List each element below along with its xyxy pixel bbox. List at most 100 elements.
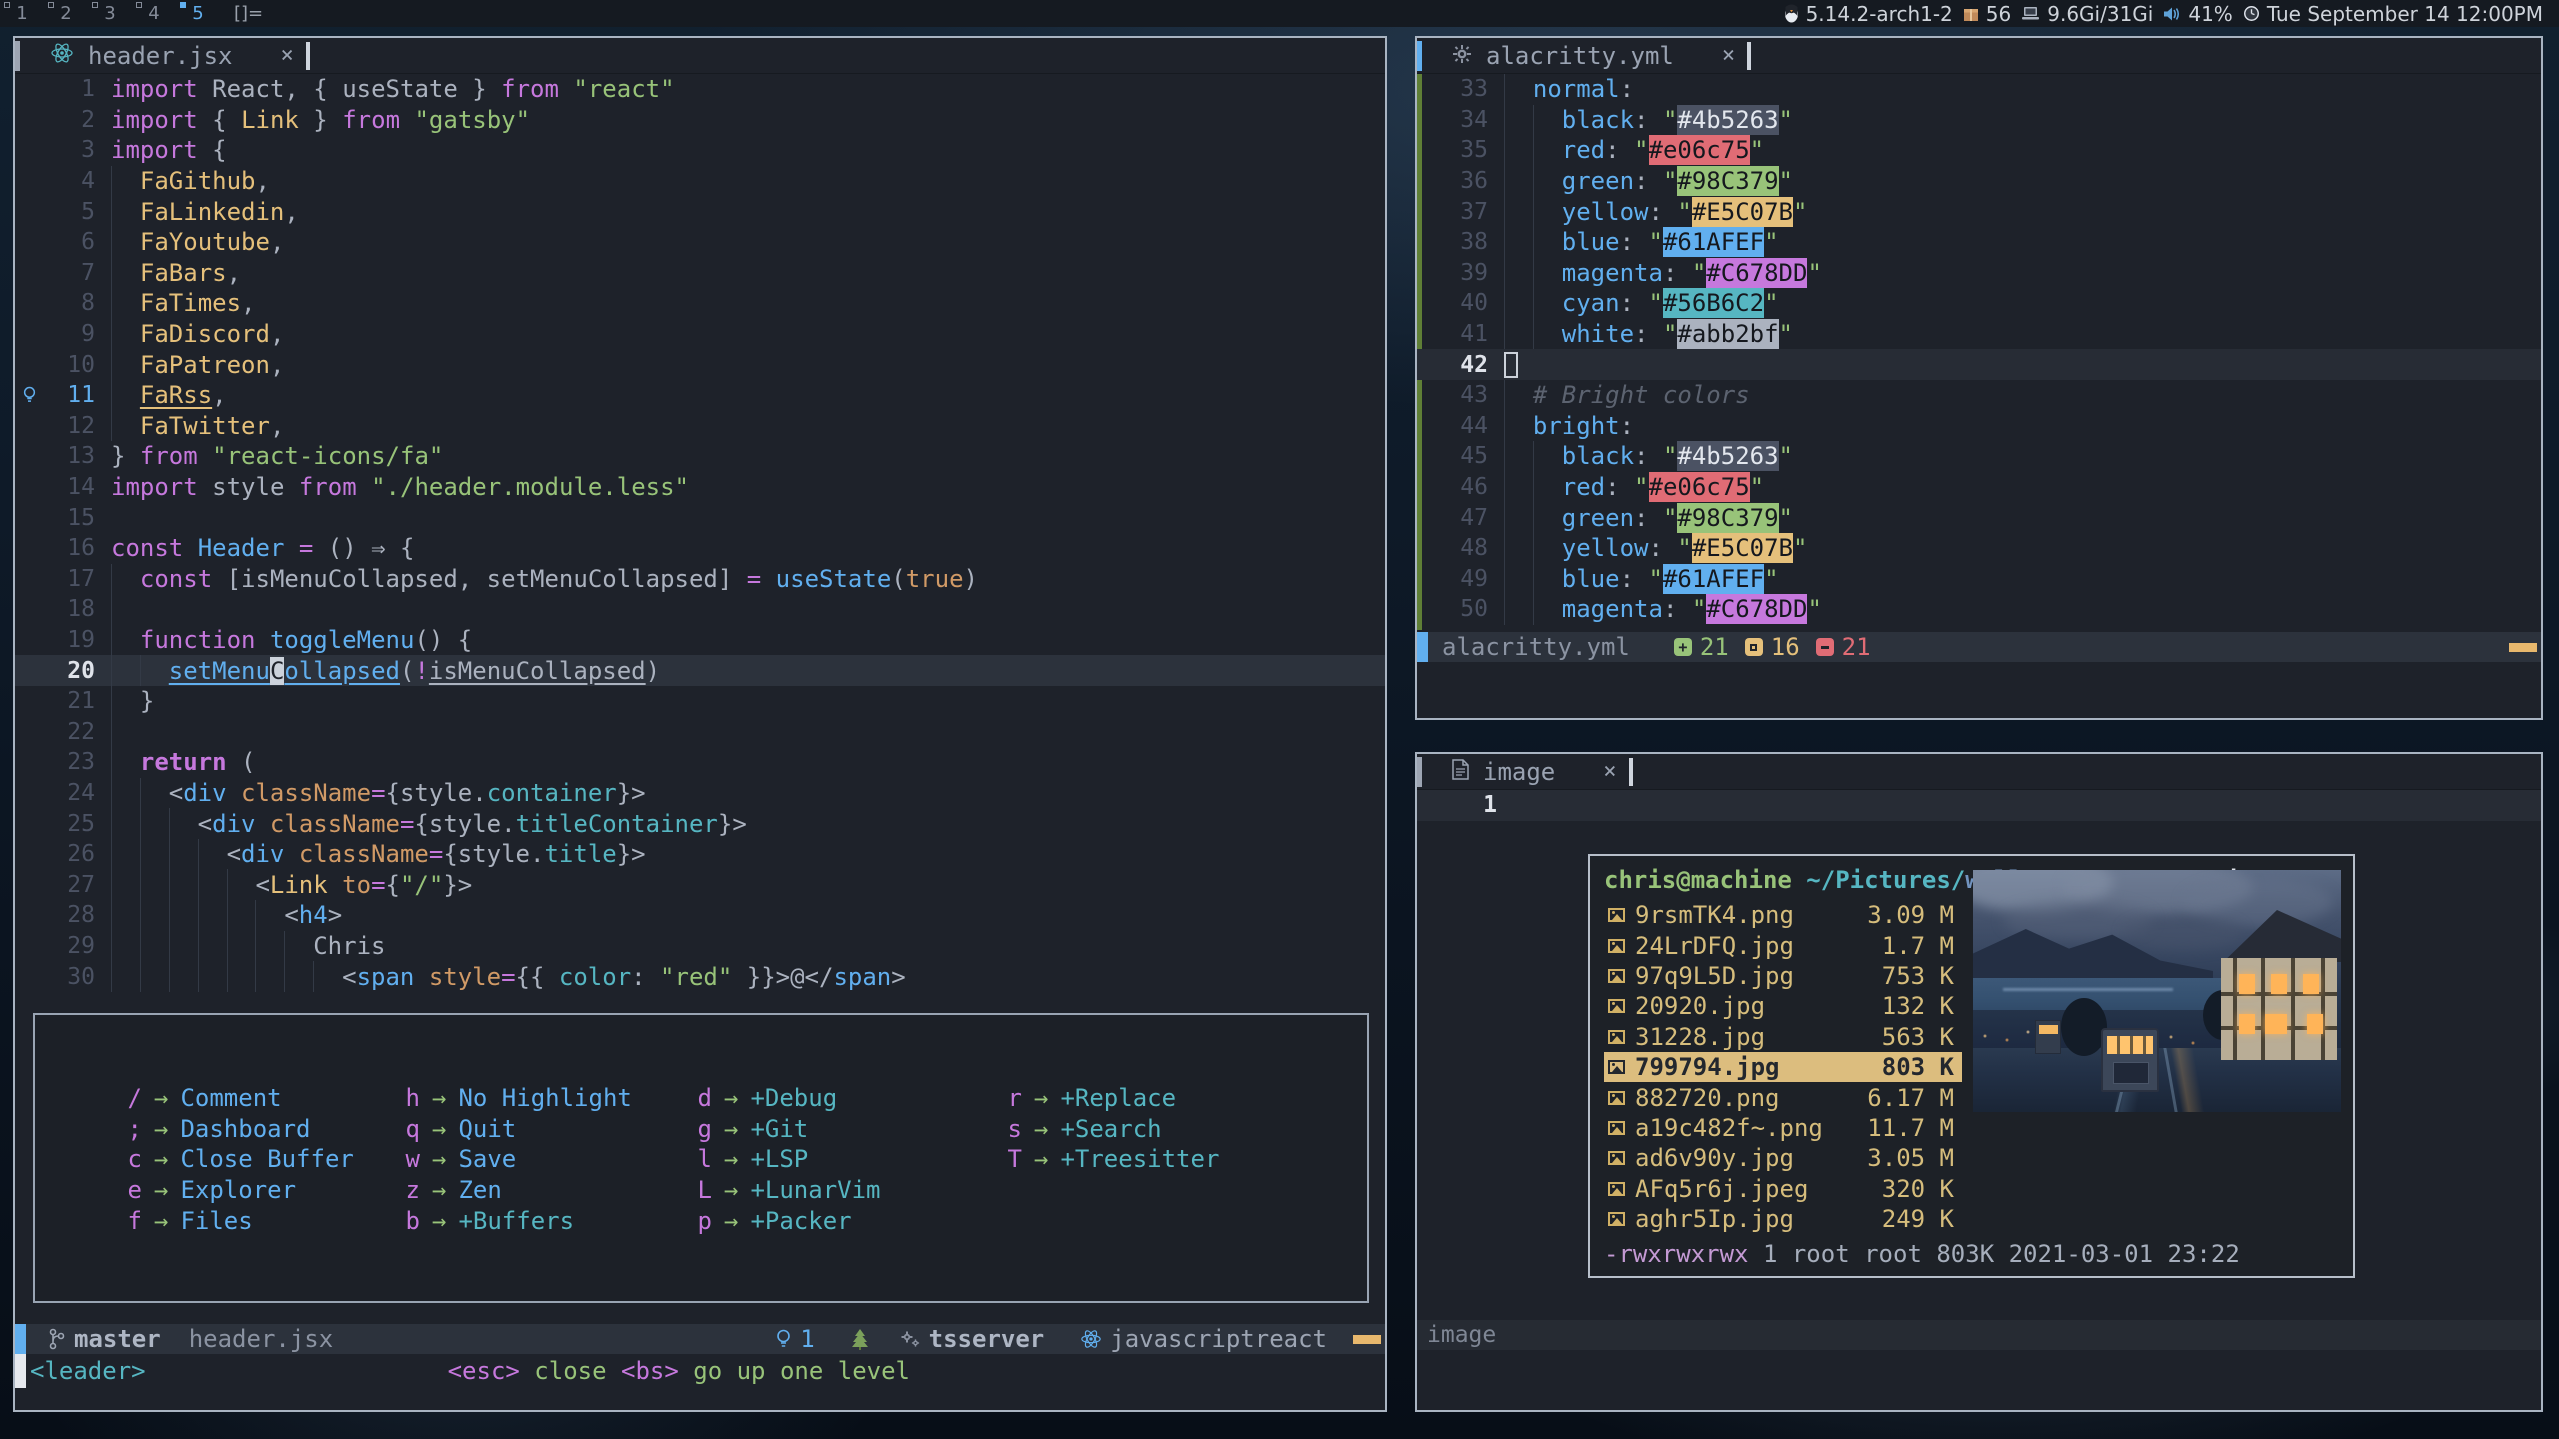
file-row[interactable]: 882720.png6.17 M [1604, 1082, 1962, 1112]
line-text: Chris [95, 931, 385, 962]
diff-removed-count: 21 [1842, 633, 1871, 661]
editor-window-headerjsx: header.jsx × 1import React, { useState }… [13, 36, 1387, 1412]
file-size: 803 K [1882, 1053, 1954, 1081]
line-number: 20 [43, 658, 95, 684]
line-text: function toggleMenu() { [95, 625, 472, 656]
image-file-icon [1608, 1212, 1625, 1226]
workspace-2[interactable]: 2 [44, 0, 88, 27]
code-line: 15 [15, 502, 1385, 533]
code-line: 42 [1417, 349, 2541, 380]
whichkey-binding-g: g→+Git [697, 1114, 1007, 1145]
hint-key: <esc> [448, 1357, 520, 1385]
workspace-5[interactable]: 5 [176, 0, 220, 27]
whichkey-binding-h: h→No Highlight [405, 1083, 697, 1114]
line-number: 37 [1421, 199, 1488, 225]
code-area[interactable]: 33normal:34black: "#4b5263"35red: "#e06c… [1417, 74, 2541, 625]
file-row[interactable]: aghr5Ip.jpg249 K [1604, 1204, 1962, 1234]
line-text: const [isMenuCollapsed, setMenuCollapsed… [95, 564, 978, 595]
workspace-indicator [48, 2, 54, 8]
tab-headerjsx[interactable]: header.jsx × [50, 41, 294, 71]
git-branch-icon [48, 1328, 66, 1350]
whichkey-hints: <esc> close <bs> go up one level [448, 1357, 910, 1385]
code-action-bulb-icon[interactable] [15, 385, 43, 405]
statusline: image [1417, 1320, 2541, 1350]
file-row[interactable]: ad6v90y.jpg3.05 M [1604, 1143, 1962, 1173]
workspace-1[interactable]: 1 [0, 0, 44, 27]
code-line: 17const [isMenuCollapsed, setMenuCollaps… [15, 564, 1385, 595]
file-row-selected[interactable]: 799794.jpg803 K [1604, 1052, 1962, 1082]
code-line: 6FaYoutube, [15, 227, 1385, 258]
workspace-3[interactable]: 3 [88, 0, 132, 27]
file-row[interactable]: 9rsmTK4.png 3.09 M [1604, 900, 1962, 930]
code-line: 4FaGithub, [15, 166, 1385, 197]
line-text: magenta: "#C678DD" [1488, 258, 1822, 289]
code-line: 8FaTimes, [15, 288, 1385, 319]
workspace-4[interactable]: 4 [132, 0, 176, 27]
statusline: alacritty.yml + 21 16 21 [1417, 632, 2541, 662]
line-text: magenta: "#C678DD" [1488, 594, 1822, 625]
cmdline[interactable]: <leader> <esc> close <bs> go up one leve… [15, 1354, 1385, 1388]
file-row[interactable]: a19c482f~.png11.7 M [1604, 1113, 1962, 1143]
close-icon[interactable]: × [1722, 43, 1735, 68]
diff-removed-icon [1816, 638, 1834, 656]
line-number: 14 [43, 474, 95, 500]
line-number: 5 [43, 199, 95, 225]
whichkey-binding-f: f→Files [127, 1205, 405, 1236]
line-number: 39 [1421, 260, 1488, 286]
close-icon[interactable]: × [281, 43, 294, 68]
file-row[interactable]: 97q9L5D.jpg753 K [1604, 961, 1962, 991]
line-number: 11 [43, 382, 95, 408]
code-line: 19function toggleMenu() { [15, 625, 1385, 656]
line-number: 47 [1421, 505, 1488, 531]
line-text: normal: [1488, 74, 1634, 105]
diff-added-count: 21 [1700, 633, 1729, 661]
line-text: FaDiscord, [95, 319, 284, 350]
file-name: 9rsmTK4.png [1635, 901, 1794, 929]
code-line: 33normal: [1417, 74, 2541, 105]
line-text [95, 594, 140, 625]
line-number: 41 [1421, 321, 1488, 347]
tab-image[interactable]: image × [1452, 758, 1617, 786]
tabline-left-bar [15, 41, 20, 71]
code-area[interactable]: 1import React, { useState } from "react"… [15, 74, 1385, 992]
line-number: 24 [43, 780, 95, 806]
tab-alacritty[interactable]: alacritty.yml × [1452, 42, 1735, 70]
file-row[interactable]: 20920.jpg132 K [1604, 991, 1962, 1021]
editor-window-alacritty: alacritty.yml × 33normal:34black: "#4b52… [1415, 36, 2543, 720]
code-area[interactable]: 1 [1417, 790, 2541, 821]
code-line: 2import { Link } from "gatsby" [15, 105, 1385, 136]
code-line: 43# Bright colors [1417, 380, 2541, 411]
file-row[interactable]: AFq5r6j.jpeg320 K [1604, 1174, 1962, 1204]
tab-label: header.jsx [88, 42, 233, 70]
line-number: 2 [43, 107, 95, 133]
file-row[interactable]: 31228.jpg563 K [1604, 1022, 1962, 1052]
diagnostic-count[interactable]: 1 [800, 1325, 814, 1353]
close-icon[interactable]: × [1603, 759, 1616, 784]
file-row[interactable]: 24LrDFQ.jpg1.7 M [1604, 930, 1962, 960]
workspace-list: 12345 [0, 0, 220, 27]
line-number: 50 [1421, 596, 1488, 622]
tabline-left-bar [1417, 757, 1422, 787]
line-text: yellow: "#E5C07B" [1488, 196, 1807, 227]
file-size: 3.09 M [1867, 901, 1954, 929]
code-line: 3import { [15, 135, 1385, 166]
scroll-indicator[interactable] [2509, 643, 2537, 652]
image-file-icon [1608, 1091, 1625, 1105]
image-file-icon [1608, 1060, 1625, 1074]
line-number: 9 [43, 321, 95, 347]
line-number: 16 [43, 535, 95, 561]
file-name: AFq5r6j.jpeg [1635, 1175, 1808, 1203]
line-number: 21 [43, 688, 95, 714]
git-branch-label[interactable]: master [74, 1325, 161, 1353]
file-size: 3.05 M [1867, 1144, 1954, 1172]
whichkey-binding-e: e→Explorer [127, 1175, 405, 1206]
line-number: 18 [43, 596, 95, 622]
file-name: 24LrDFQ.jpg [1635, 932, 1794, 960]
code-line: 49blue: "#61AFEF" [1417, 564, 2541, 595]
code-line: 5FaLinkedin, [15, 196, 1385, 227]
scroll-indicator[interactable] [1353, 1335, 1381, 1344]
file-list: 9rsmTK4.png 3.09 M24LrDFQ.jpg1.7 M97q9L5D… [1604, 900, 1962, 1234]
code-line: 39magenta: "#C678DD" [1417, 258, 2541, 289]
image-file-icon [1608, 1121, 1625, 1135]
lsp-server-label[interactable]: tsserver [929, 1325, 1045, 1353]
